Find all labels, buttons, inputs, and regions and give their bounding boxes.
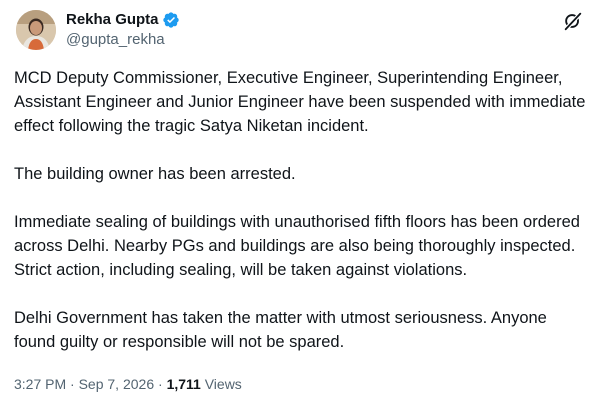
tweet-paragraph-1: MCD Deputy Commissioner, Executive Engin… <box>14 69 586 135</box>
meta-separator: · <box>66 376 79 392</box>
meta-separator-2: · <box>154 376 167 392</box>
author-handle[interactable]: @gupta_rekha <box>66 30 180 50</box>
author-display-name[interactable]: Rekha Gupta <box>66 10 159 30</box>
avatar-image <box>16 10 56 50</box>
verified-badge-icon <box>162 11 180 29</box>
tweet-date[interactable]: Sep 7, 2026 <box>79 376 155 392</box>
tweet-meta: 3:27 PM · Sep 7, 2026 · 1,711 Views <box>14 374 242 394</box>
avatar[interactable] <box>16 10 56 50</box>
name-row: Rekha Gupta <box>66 10 180 30</box>
views-label: Views <box>200 376 242 392</box>
tweet-paragraph-2: The building owner has been arrested. <box>14 165 296 183</box>
tweet-header: Rekha Gupta @gupta_rekha <box>16 8 180 52</box>
tweet-text: MCD Deputy Commissioner, Executive Engin… <box>14 66 589 354</box>
author-names: Rekha Gupta @gupta_rekha <box>66 10 180 50</box>
tweet-paragraph-3: Immediate sealing of buildings with unau… <box>14 213 580 279</box>
tweet-card: Rekha Gupta @gupta_rekha MCD Deputy Comm… <box>0 0 600 409</box>
grok-icon[interactable] <box>562 10 584 32</box>
tweet-paragraph-4: Delhi Government has taken the matter wi… <box>14 309 547 351</box>
views-count[interactable]: 1,711 <box>167 376 201 392</box>
tweet-time[interactable]: 3:27 PM <box>14 376 66 392</box>
